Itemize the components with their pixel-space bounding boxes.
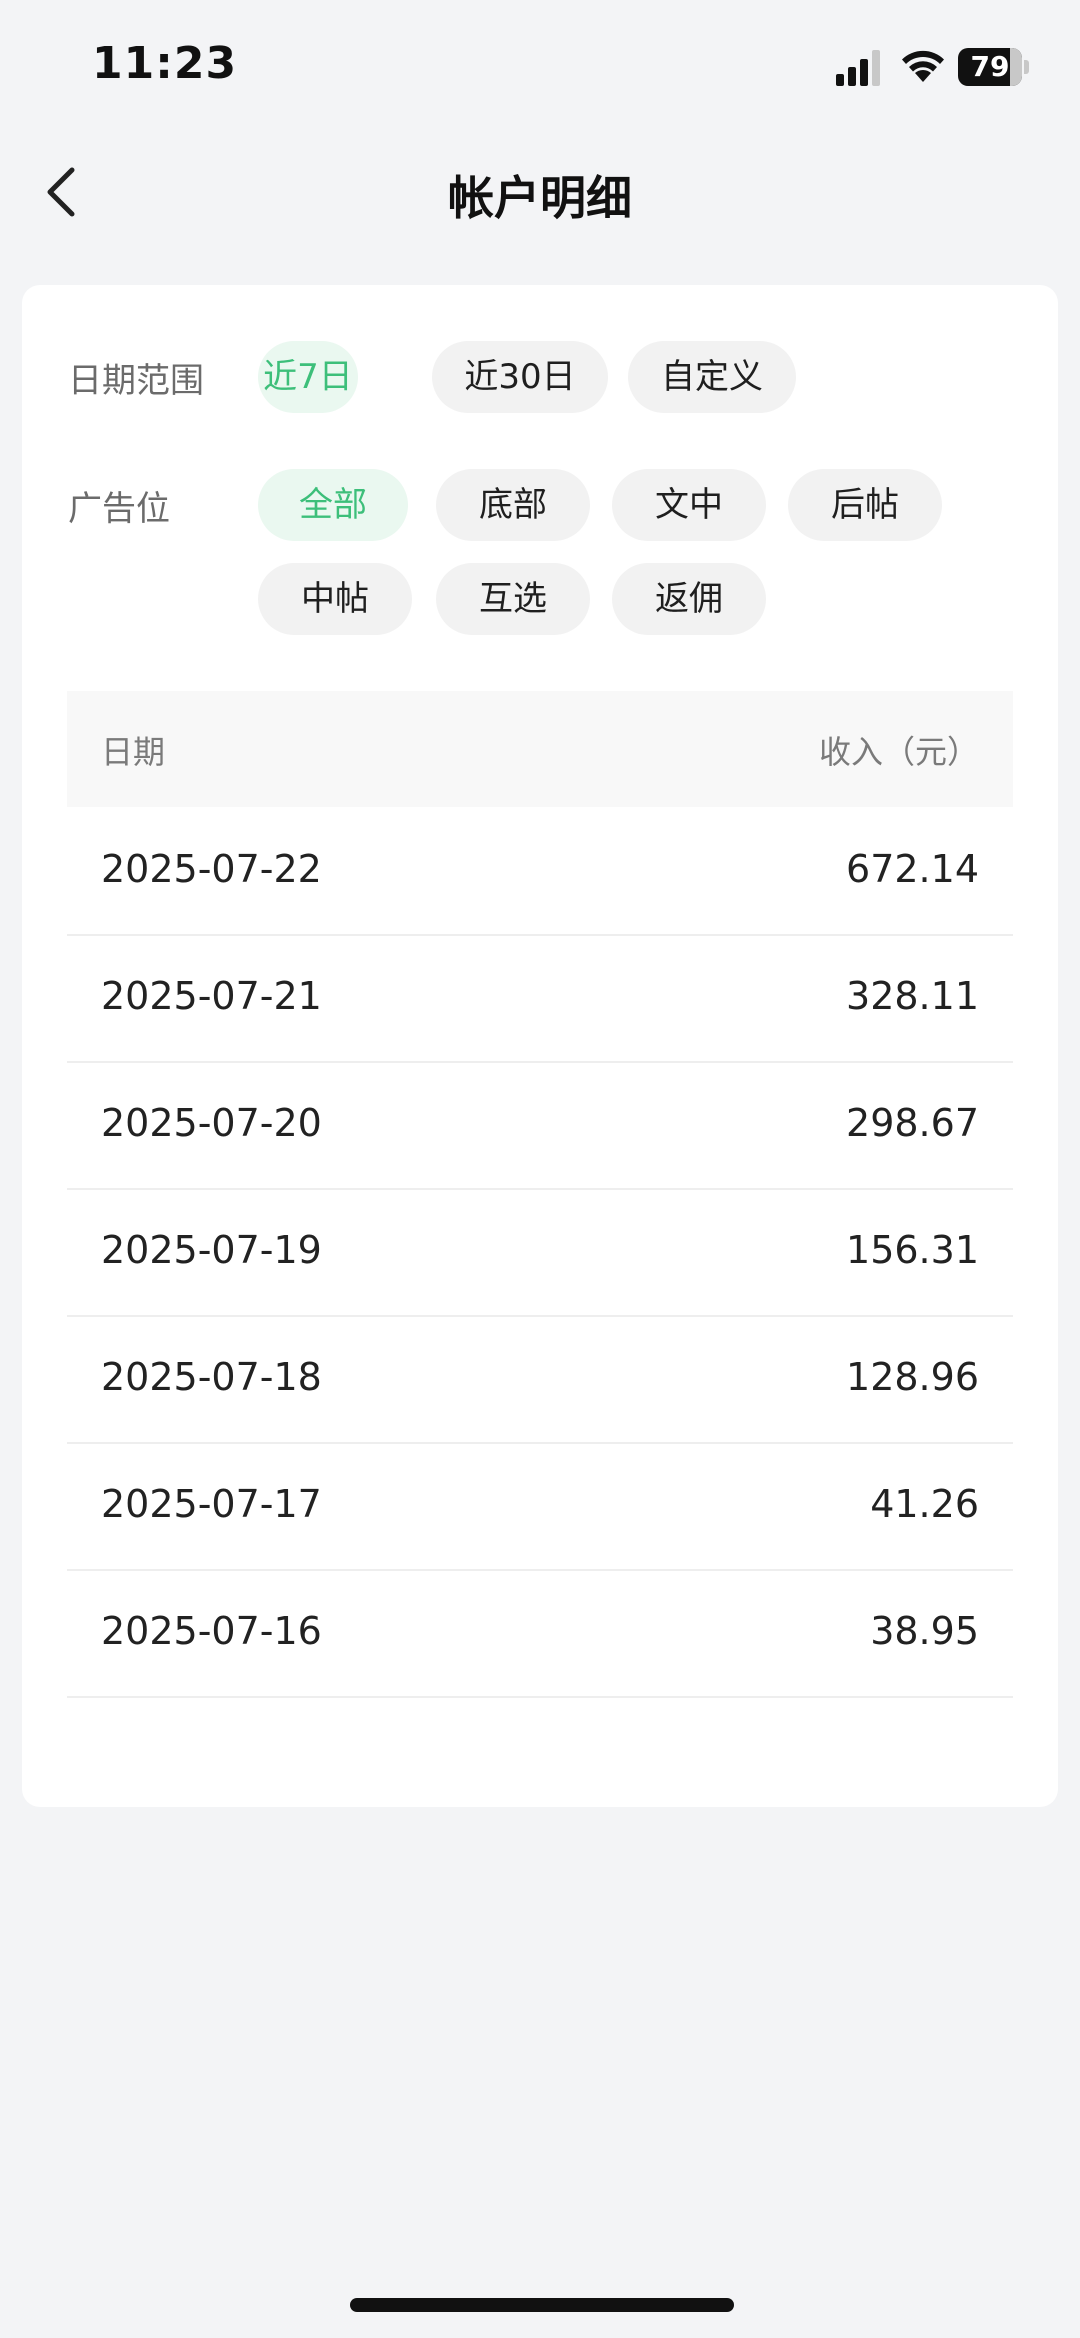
- chip-post-roll[interactable]: 后帖: [788, 469, 942, 541]
- row-income: 156.31: [846, 1228, 979, 1272]
- row-date: 2025-07-16: [101, 1609, 322, 1653]
- status-bar: 11:23 79: [0, 0, 1080, 140]
- row-income: 672.14: [846, 847, 979, 891]
- row-income: 298.67: [846, 1101, 979, 1145]
- table-row: 2025-07-20 298.67: [67, 1061, 1013, 1190]
- home-indicator[interactable]: [350, 2298, 734, 2312]
- table-row: 2025-07-18 128.96: [67, 1315, 1013, 1444]
- table-row: 2025-07-17 41.26: [67, 1442, 1013, 1571]
- row-date: 2025-07-21: [101, 974, 322, 1018]
- column-header-date: 日期: [101, 733, 166, 771]
- row-income: 328.11: [846, 974, 979, 1018]
- status-time: 11:23: [92, 38, 238, 89]
- chip-bottom[interactable]: 底部: [436, 469, 590, 541]
- table-row: 2025-07-22 672.14: [67, 807, 1013, 936]
- table-header: 日期 收入（元）: [67, 691, 1013, 807]
- table-row: 2025-07-19 156.31: [67, 1188, 1013, 1317]
- table-row: 2025-07-21 328.11: [67, 934, 1013, 1063]
- row-income: 41.26: [870, 1482, 979, 1526]
- row-date: 2025-07-20: [101, 1101, 322, 1145]
- chip-last-7-days[interactable]: 近7日: [258, 341, 358, 413]
- chip-mutual-select[interactable]: 互选: [436, 563, 590, 635]
- page-title: 帐户明细: [448, 171, 632, 225]
- row-date: 2025-07-22: [101, 847, 322, 891]
- chip-all[interactable]: 全部: [258, 469, 408, 541]
- cellular-signal-icon: [836, 50, 880, 86]
- ad-slot-label: 广告位: [68, 489, 170, 529]
- chip-in-article[interactable]: 文中: [612, 469, 766, 541]
- chip-rebate[interactable]: 返佣: [612, 563, 766, 635]
- table-row: 2025-07-16 38.95: [67, 1569, 1013, 1698]
- date-range-label: 日期范围: [68, 361, 204, 401]
- row-income: 38.95: [870, 1609, 979, 1653]
- battery-icon: 79: [958, 48, 1030, 86]
- row-date: 2025-07-17: [101, 1482, 322, 1526]
- row-date: 2025-07-18: [101, 1355, 322, 1399]
- chip-mid-roll[interactable]: 中帖: [258, 563, 412, 635]
- chip-last-30-days[interactable]: 近30日: [432, 341, 608, 413]
- wifi-icon: [902, 50, 944, 82]
- battery-level: 79: [970, 50, 1010, 83]
- nav-bar: 帐户明细: [0, 140, 1080, 250]
- column-header-income: 收入（元）: [818, 733, 979, 771]
- chip-custom-range[interactable]: 自定义: [628, 341, 796, 413]
- row-income: 128.96: [846, 1355, 979, 1399]
- account-detail-card: 日期范围 近7日 近30日 自定义 广告位 全部 底部 文中 后帖 中帖 互选 …: [22, 285, 1058, 1807]
- row-date: 2025-07-19: [101, 1228, 322, 1272]
